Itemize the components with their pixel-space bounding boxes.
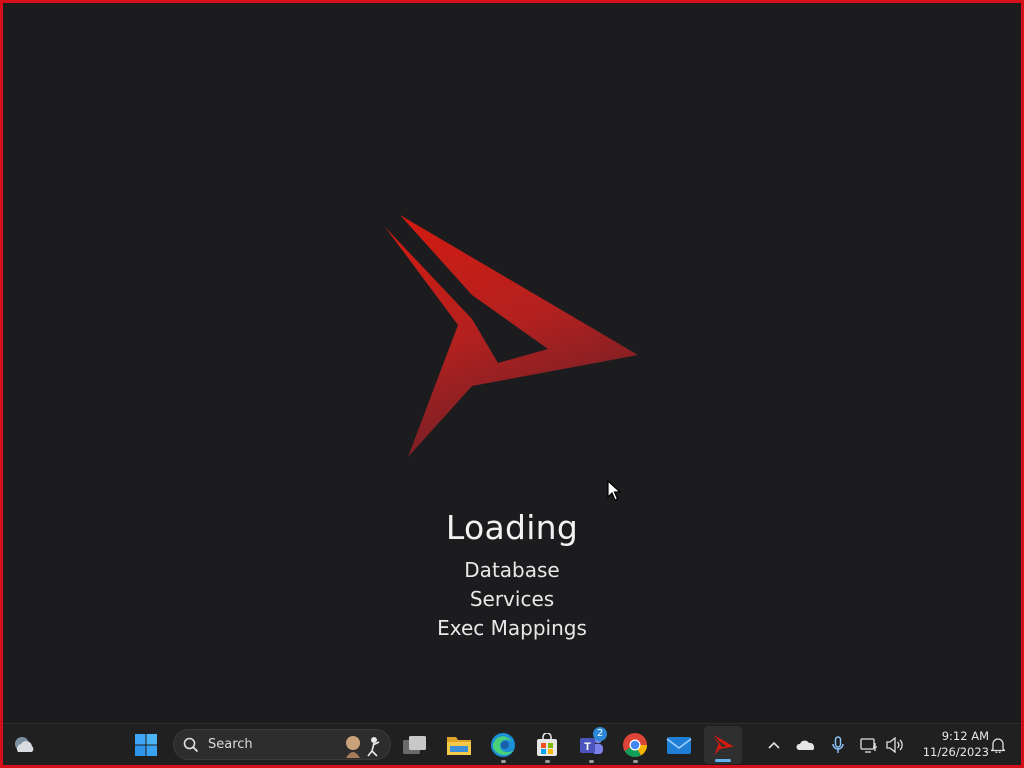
edge-icon	[491, 733, 515, 757]
notification-button[interactable]	[987, 724, 1009, 766]
mouse-cursor-icon	[607, 480, 621, 501]
start-button[interactable]	[129, 724, 163, 766]
network-icon	[860, 738, 877, 753]
microsoft-store-icon	[537, 733, 557, 756]
notification-bell-icon	[991, 738, 1005, 753]
file-explorer-icon	[447, 737, 471, 755]
weather-icon	[15, 737, 34, 752]
system-clock[interactable]: 9:12 AM 11/26/2023	[909, 728, 989, 760]
taskbar-app-teams[interactable]: T 2	[573, 724, 609, 766]
store-running-indicator	[545, 760, 550, 763]
active-app-indicator	[715, 759, 731, 762]
search-highlight-icon	[346, 736, 380, 758]
taskbar-app-edge[interactable]	[485, 724, 521, 766]
task-view-icon	[403, 736, 426, 754]
tray-volume[interactable]	[883, 724, 907, 766]
taskbar-app-file-explorer[interactable]	[441, 724, 477, 766]
search-icon	[183, 737, 199, 753]
windows-start-icon	[135, 734, 157, 756]
edge-running-indicator	[501, 760, 506, 763]
search-input[interactable]: Search	[173, 729, 391, 760]
taskbar-app-red-arrow[interactable]	[704, 726, 742, 764]
red-arrow-app-icon	[712, 734, 734, 756]
onedrive-icon	[796, 740, 815, 750]
loading-step-services: Services	[469, 587, 555, 611]
chrome-icon	[623, 733, 647, 758]
microphone-icon	[832, 736, 844, 753]
loading-steps: Database Services Exec Mappings	[0, 556, 1024, 643]
taskbar-app-mail[interactable]	[661, 724, 697, 766]
search-placeholder: Search	[208, 737, 253, 752]
taskbar-app-microsoft-store[interactable]	[529, 724, 565, 766]
taskbar: Search T 2 9:12 AM 11/26/2023	[3, 723, 1021, 766]
weather-widget[interactable]	[7, 724, 41, 766]
teams-badge: 2	[593, 727, 607, 741]
svg-text:T: T	[584, 741, 591, 753]
mail-icon	[666, 737, 692, 754]
tray-microphone[interactable]	[827, 724, 849, 766]
volume-icon	[886, 737, 903, 753]
tray-onedrive[interactable]	[793, 724, 819, 766]
red-arrow-logo	[385, 215, 638, 457]
tray-network[interactable]	[857, 724, 881, 766]
tray-overflow-button[interactable]	[763, 724, 785, 766]
clock-date: 11/26/2023	[922, 745, 989, 759]
loading-title: Loading	[445, 508, 579, 547]
loading-step-exec-mappings: Exec Mappings	[437, 616, 587, 640]
loading-step-database: Database	[464, 558, 560, 582]
taskbar-app-task-view[interactable]	[397, 724, 433, 766]
taskbar-app-chrome[interactable]	[617, 724, 653, 766]
clock-time: 9:12 AM	[941, 729, 989, 743]
teams-running-indicator	[589, 760, 594, 763]
chrome-running-indicator	[633, 760, 638, 763]
chevron-up-icon	[768, 741, 780, 749]
